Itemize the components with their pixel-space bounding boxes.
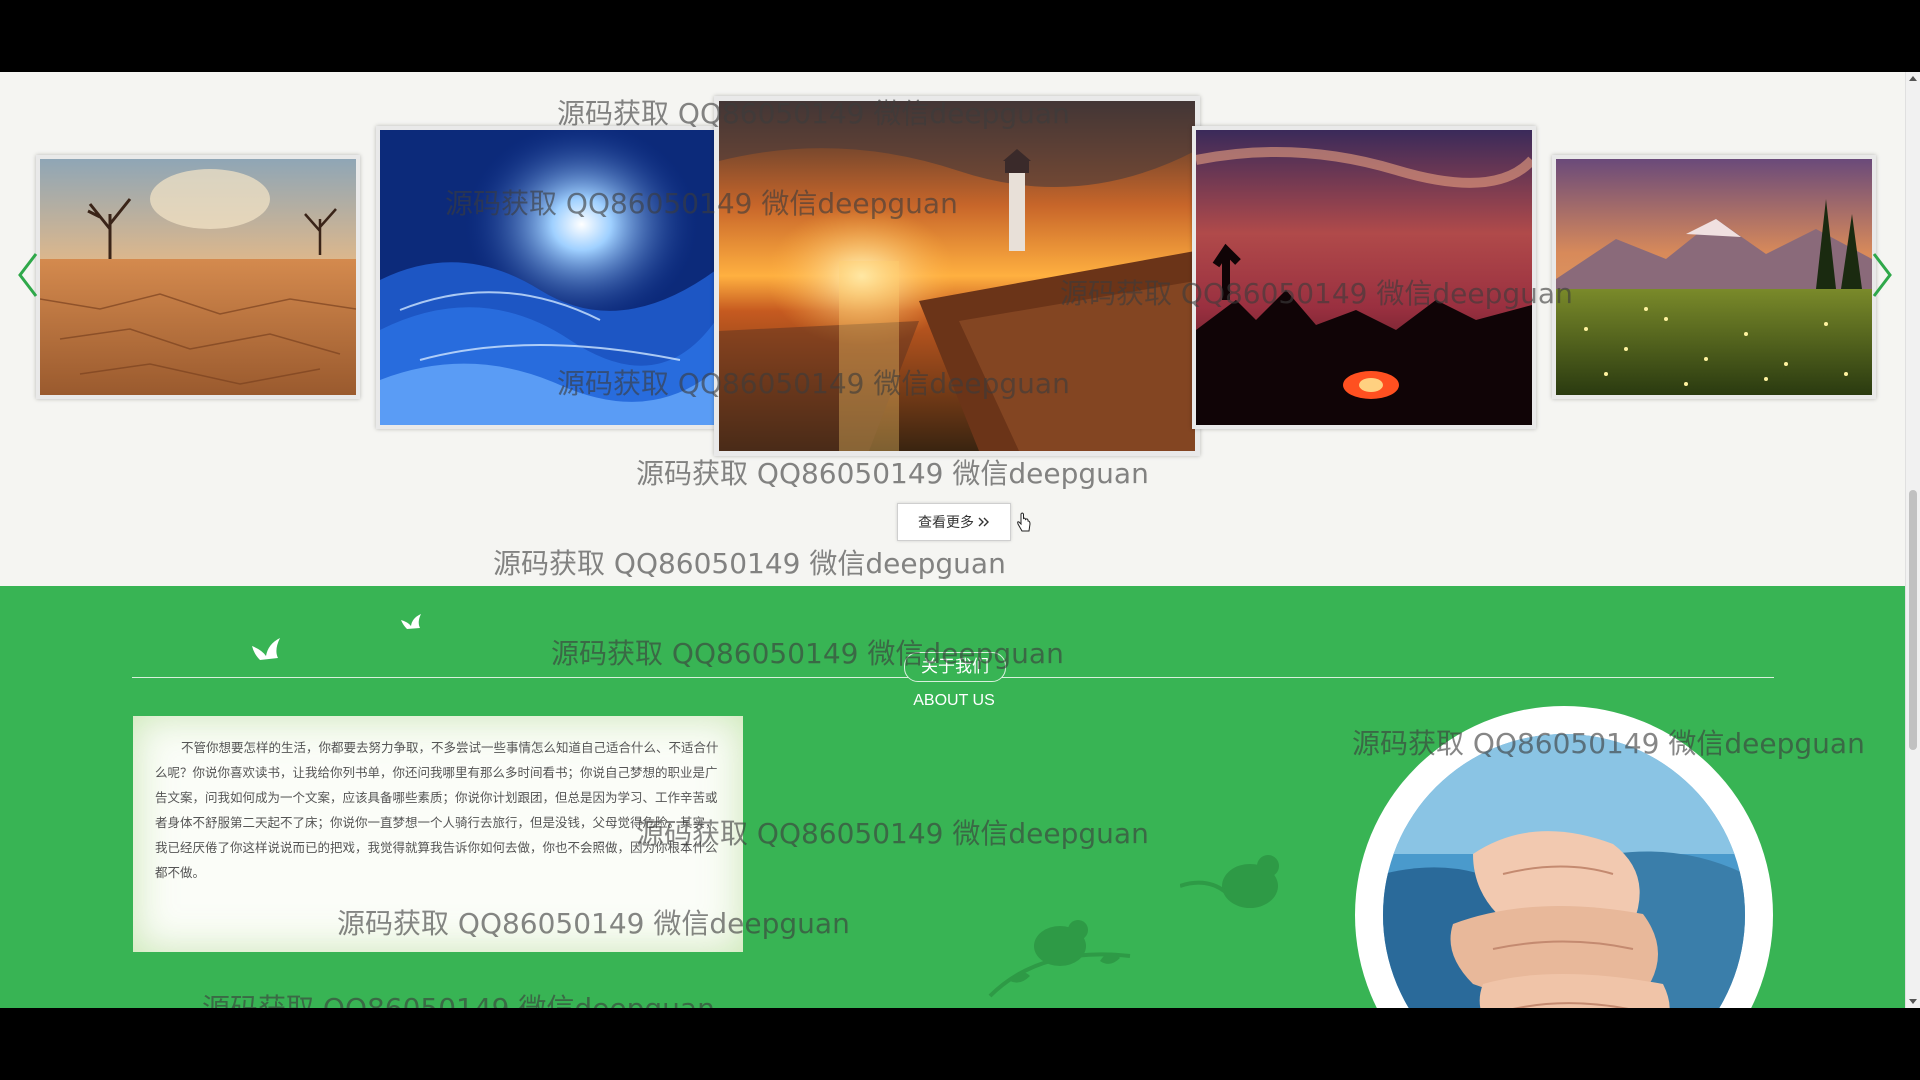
- ice-image: [380, 130, 716, 425]
- about-subtitle: ABOUT US: [913, 692, 995, 709]
- team-hands-photo: [1383, 734, 1745, 1008]
- page-scrollbar[interactable]: [1905, 72, 1920, 1008]
- chevron-right-icon[interactable]: [1870, 250, 1894, 300]
- video-bottom-letterbox: [0, 1008, 1920, 1080]
- gallery-slide-2[interactable]: [376, 126, 720, 429]
- view-more-button[interactable]: 查看更多: [897, 503, 1011, 541]
- bird-icon: [252, 638, 280, 660]
- desert-image: [40, 159, 356, 395]
- about-text-card: 不管你想要怎样的生活，你都要去努力争取，不多尝试一些事情怎么知道自己适合什么、不…: [133, 716, 743, 952]
- gallery-slide-5[interactable]: [1552, 155, 1876, 399]
- meadow-image: [1556, 159, 1872, 395]
- lighthouse-image: [719, 101, 1195, 451]
- bird-branch-decoration: [1180, 855, 1279, 908]
- double-chevron-right-icon: [978, 517, 989, 527]
- gallery-slide-4[interactable]: [1192, 126, 1536, 429]
- gallery-slide-1[interactable]: [36, 155, 360, 399]
- bird-icon: [401, 614, 421, 629]
- about-section: 关于我们 ABOUT US 不管你想要怎样的生活，你都要去努力争取，不多尝试一些…: [0, 586, 1906, 1008]
- gallery-slide-3-active[interactable]: [714, 96, 1200, 456]
- scrollbar-thumb[interactable]: [1909, 490, 1917, 750]
- team-photo-frame: [1355, 706, 1773, 1008]
- hand-cursor-icon: [1017, 512, 1031, 532]
- sunset-image: [1196, 130, 1532, 425]
- web-page: 查看更多 关于我们 ABOUT US 不管你想要怎样的生活，你都要去努力争取，不…: [0, 72, 1920, 1008]
- image-gallery: 查看更多: [0, 72, 1906, 586]
- about-paragraph: 不管你想要怎样的生活，你都要去努力争取，不多尝试一些事情怎么知道自己适合什么、不…: [155, 741, 719, 880]
- bird-branch-decoration: [988, 920, 1131, 998]
- video-top-letterbox: [0, 0, 1920, 72]
- chevron-left-icon[interactable]: [16, 250, 40, 300]
- scroll-down-icon[interactable]: [1909, 999, 1917, 1004]
- view-more-label: 查看更多: [918, 514, 974, 530]
- about-title: 关于我们: [904, 652, 1006, 682]
- scroll-up-icon[interactable]: [1909, 76, 1917, 81]
